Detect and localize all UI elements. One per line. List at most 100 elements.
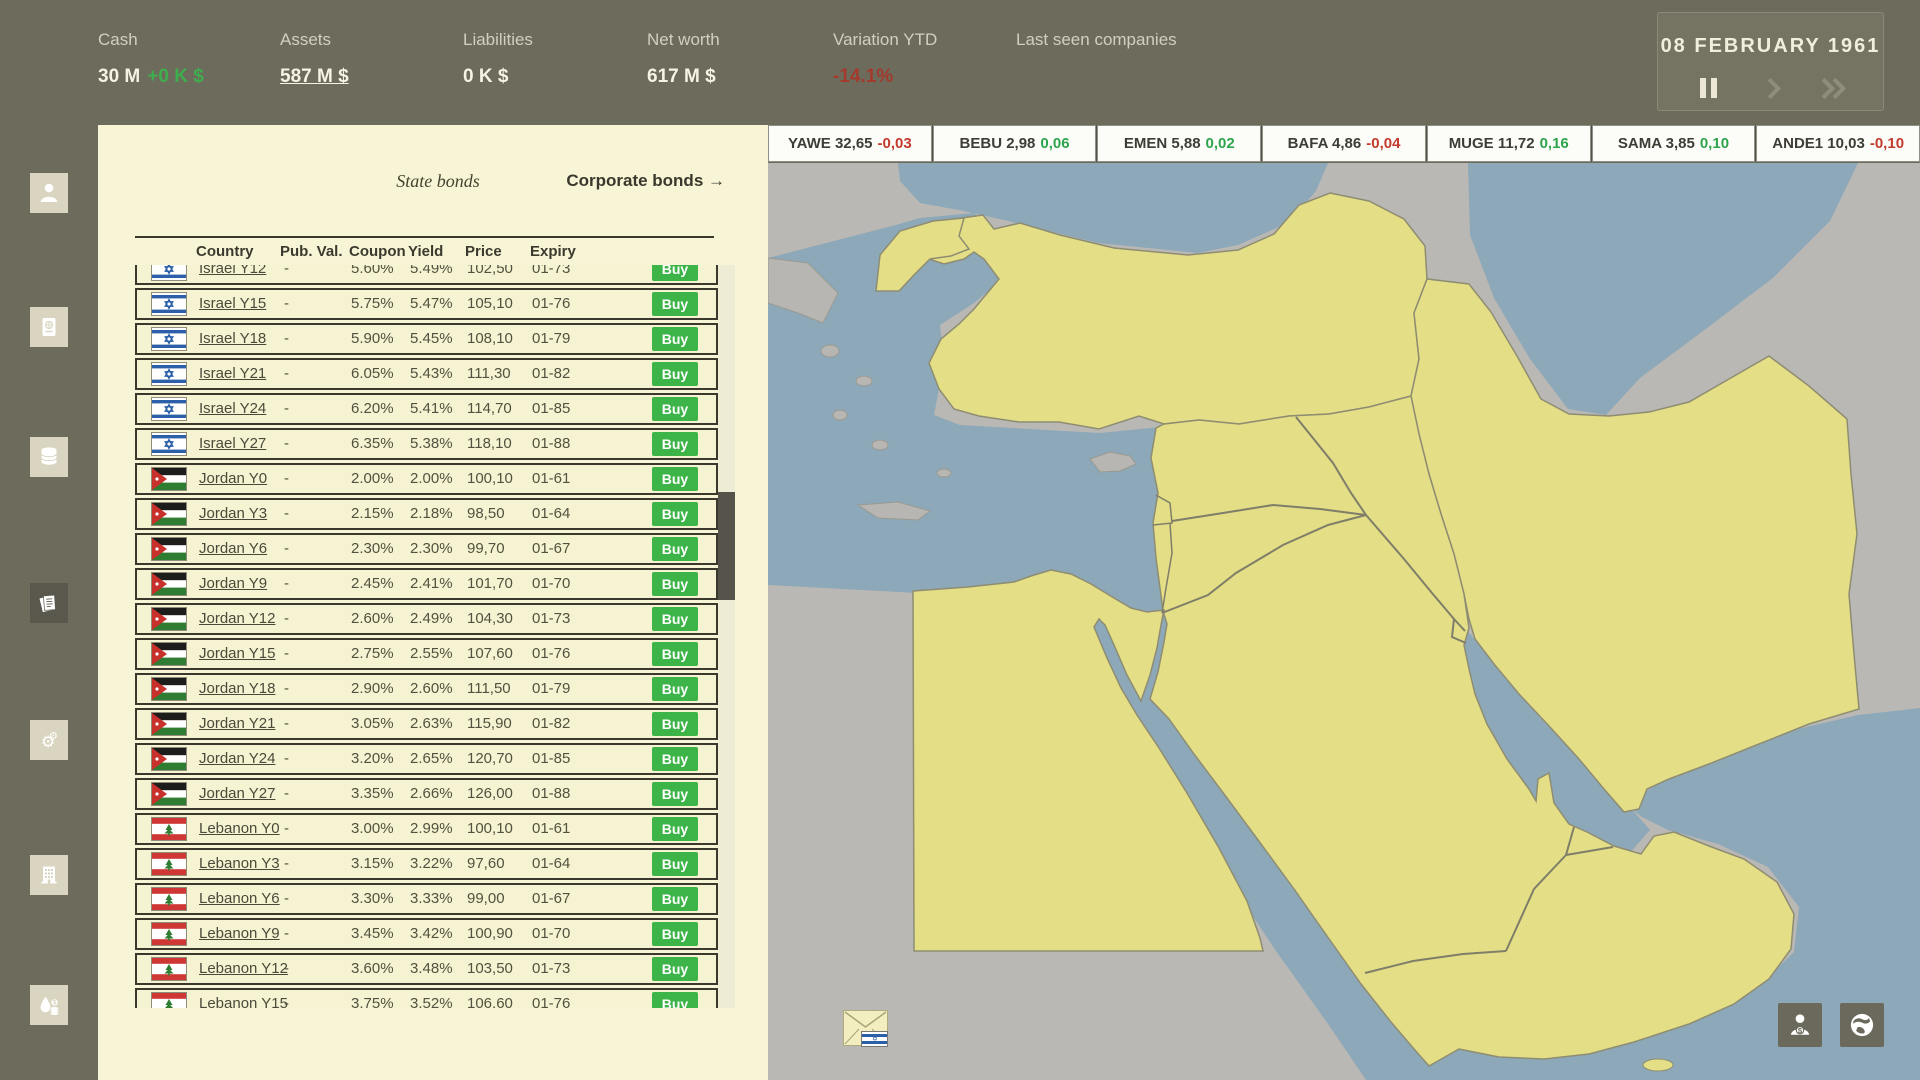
bond-row-jordan-y0: Jordan Y0- 2.00% 2.00% 100,10 01-61 Buy [135,463,718,495]
bond-country-link[interactable]: Lebanon Y15 [199,990,288,1008]
buy-button[interactable]: Buy [652,502,698,526]
bond-pubval: - [284,505,289,522]
buy-button[interactable]: Buy [652,992,698,1008]
bond-row-jordan-y21: Jordan Y21- 3.05% 2.63% 115,90 01-82 Buy [135,708,718,740]
bond-country-link[interactable]: Jordan Y0 [199,465,267,493]
bond-country-link[interactable]: Jordan Y24 [199,745,275,773]
buy-button[interactable]: Buy [652,817,698,841]
stat-label: Liabilities [463,30,533,49]
bond-country-link[interactable]: Lebanon Y12 [199,955,288,983]
ticker-sama[interactable]: SAMA 3,85 0,10 [1591,125,1756,162]
jordan-flag-icon [151,642,187,666]
stat-value[interactable]: 587 M $ [280,66,349,88]
bond-coupon: 6.20% [351,400,394,417]
bond-country-link[interactable]: Jordan Y18 [199,675,275,703]
sidebar-item-gears[interactable]: ⚙ ⚙ [30,720,68,760]
bond-row-jordan-y27: Jordan Y27- 3.35% 2.66% 126,00 01-88 Buy [135,778,718,810]
bond-country-link[interactable]: Jordan Y12 [199,605,275,633]
buy-button[interactable]: Buy [652,572,698,596]
buy-button[interactable]: Buy [652,642,698,666]
bond-row-jordan-y15: Jordan Y15- 2.75% 2.55% 107,60 01-76 Buy [135,638,718,670]
bond-row-lebanon-y6: Lebanon Y6- 3.30% 3.33% 99,00 01-67 Buy [135,883,718,915]
bonds-panel: State bonds Corporate bonds → Country Pu… [98,125,768,1080]
ticker-emen[interactable]: EMEN 5,88 0,02 [1097,125,1262,162]
ticker-ande1[interactable]: ANDE1 10,03 -0,10 [1756,125,1920,162]
israel-flag-badge[interactable]: ✡ [861,1031,888,1047]
bond-country-link[interactable]: Israel Y15 [199,290,266,318]
bond-yield: 5.38% [410,435,453,452]
bond-country-link[interactable]: Jordan Y6 [199,535,267,563]
building-icon [37,863,61,887]
buy-button[interactable]: Buy [652,607,698,631]
stat-value: 30 M +0 K $ [98,66,204,87]
scrollbar-thumb[interactable] [718,492,735,600]
bond-country-link[interactable]: Lebanon Y0 [199,815,280,843]
ticker-bebu[interactable]: BEBU 2,98 0,06 [932,125,1097,162]
bond-country-link[interactable]: Jordan Y15 [199,640,275,668]
sidebar-item-passport[interactable] [30,307,68,347]
bond-pubval: - [284,820,289,837]
bond-pubval: - [284,995,289,1008]
bond-country-link[interactable]: Israel Y27 [199,430,266,458]
bond-country-link[interactable]: Jordan Y3 [199,500,267,528]
middle-east-map[interactable] [768,163,1920,1080]
top-status-bar: Cash 30 M +0 K $ Assets 587 M $ Liabilities 0 … [0,0,1920,125]
bond-yield: 2.63% [410,715,453,732]
ticker-bafa[interactable]: BAFA 4,86 -0,04 [1262,125,1426,162]
bond-country-link[interactable]: Israel Y24 [199,395,266,423]
col-country: Country [196,243,254,260]
buy-button[interactable]: Buy [652,712,698,736]
bond-coupon: 5.90% [351,330,394,347]
buy-button[interactable]: Buy [652,362,698,386]
jordan-flag-icon [151,502,187,526]
pause-button[interactable] [1688,75,1728,101]
corporate-bonds-link[interactable]: Corporate bonds → [566,171,725,191]
bond-pubval: - [284,960,289,977]
buy-button[interactable]: Buy [652,467,698,491]
buy-button[interactable]: Buy [652,537,698,561]
buy-button[interactable]: Buy [652,957,698,981]
scrollbar-track[interactable] [718,265,735,1008]
sidebar-item-documents[interactable] [30,583,68,623]
play-button[interactable] [1750,75,1790,101]
sidebar-item-coins-stack[interactable] [30,437,68,477]
buy-button[interactable]: Buy [652,922,698,946]
bond-country-link[interactable]: Jordan Y21 [199,710,275,738]
buy-button[interactable]: Buy [652,292,698,316]
sidebar-item-building[interactable] [30,855,68,895]
bond-yield: 2.41% [410,575,453,592]
stat-label: Net worth [647,30,720,49]
bond-yield: 2.65% [410,750,453,767]
bond-price: 111,50 [467,680,511,697]
buy-button[interactable]: Buy [652,677,698,701]
buy-button[interactable]: Buy [652,747,698,771]
bond-country-link[interactable]: Lebanon Y3 [199,850,280,878]
bond-price: 99,70 [467,540,505,557]
bond-country-link[interactable]: Jordan Y9 [199,570,267,598]
fast-forward-button[interactable] [1810,75,1850,101]
sidebar-item-oil-money[interactable]: $ [30,985,68,1025]
ticker-yawe[interactable]: YAWE 32,65 -0,03 [768,125,932,162]
ticker-muge[interactable]: MUGE 11,72 0,16 [1426,125,1591,162]
sidebar-item-person[interactable] [30,173,68,213]
buy-button[interactable]: Buy [652,782,698,806]
bond-country-link[interactable]: Israel Y21 [199,360,266,388]
bond-row-lebanon-y15: Lebanon Y15- 3.75% 3.52% 106,60 01-76 Buy [135,988,718,1008]
buy-button[interactable]: Buy [652,852,698,876]
bond-country-link[interactable]: Israel Y12 [199,265,266,283]
buy-button[interactable]: Buy [652,327,698,351]
stat-label: Cash [98,30,138,49]
buy-button[interactable]: Buy [652,432,698,456]
bond-country-link[interactable]: Jordan Y27 [199,780,275,808]
col-yield: Yield [408,243,444,260]
bond-country-link[interactable]: Israel Y18 [199,325,266,353]
investor-mode-button[interactable]: $ [1778,1003,1822,1047]
bond-country-link[interactable]: Lebanon Y9 [199,920,280,948]
buy-button[interactable]: Buy [652,265,698,281]
world-map-button[interactable] [1840,1003,1884,1047]
bond-country-link[interactable]: Lebanon Y6 [199,885,280,913]
bond-coupon: 3.15% [351,855,394,872]
jordan-flag-icon [151,572,187,596]
buy-button[interactable]: Buy [652,397,698,421]
buy-button[interactable]: Buy [652,887,698,911]
